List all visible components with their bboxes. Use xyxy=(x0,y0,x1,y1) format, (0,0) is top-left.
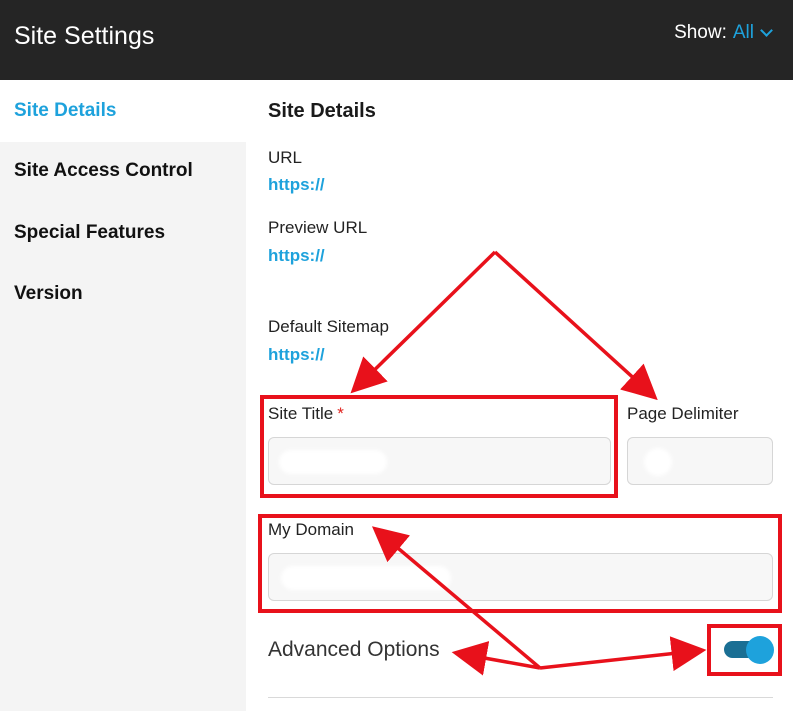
my-domain-label: My Domain xyxy=(268,520,354,539)
my-domain-input[interactable] xyxy=(268,553,773,601)
sidebar-item-special-features[interactable]: Special Features xyxy=(0,202,246,264)
redacted-value xyxy=(644,448,672,476)
section-title: Site Details xyxy=(268,100,376,122)
app-header: Site Settings Show: All xyxy=(0,0,793,80)
show-filter-value[interactable]: All xyxy=(733,22,754,44)
page-title: Site Settings xyxy=(14,22,155,50)
default-sitemap-link[interactable]: https:// xyxy=(268,345,325,365)
divider xyxy=(268,697,773,698)
preview-url-label: Preview URL xyxy=(268,218,368,237)
page-delimiter-input[interactable] xyxy=(627,437,773,485)
sidebar-item-site-details[interactable]: Site Details xyxy=(0,80,246,142)
site-title-label: Site Title * xyxy=(268,404,344,424)
main-content: Site Details URL https:// Preview URL ht… xyxy=(246,80,793,711)
show-filter-label: Show: xyxy=(674,22,727,43)
chevron-down-icon[interactable] xyxy=(760,24,773,37)
sidebar-item-site-access-control[interactable]: Site Access Control xyxy=(0,140,246,202)
show-filter-dropdown[interactable]: Show: All xyxy=(674,22,773,44)
sidebar: Site Details Site Access Control Special… xyxy=(0,80,246,711)
page-delimiter-label: Page Delimiter xyxy=(627,404,739,423)
url-link[interactable]: https:// xyxy=(268,175,325,195)
url-label: URL xyxy=(268,148,303,167)
advanced-options-label: Advanced Options xyxy=(268,638,440,661)
toggle-knob[interactable] xyxy=(746,636,774,664)
preview-url-link[interactable]: https:// xyxy=(268,246,325,266)
advanced-options-toggle[interactable] xyxy=(724,636,774,664)
sidebar-item-version[interactable]: Version xyxy=(0,263,246,325)
redacted-value xyxy=(279,450,387,474)
redacted-value xyxy=(281,566,451,590)
default-sitemap-label: Default Sitemap xyxy=(268,317,389,336)
site-title-input[interactable] xyxy=(268,437,611,485)
site-title-label-text: Site Title xyxy=(268,404,334,423)
required-mark: * xyxy=(337,404,344,423)
